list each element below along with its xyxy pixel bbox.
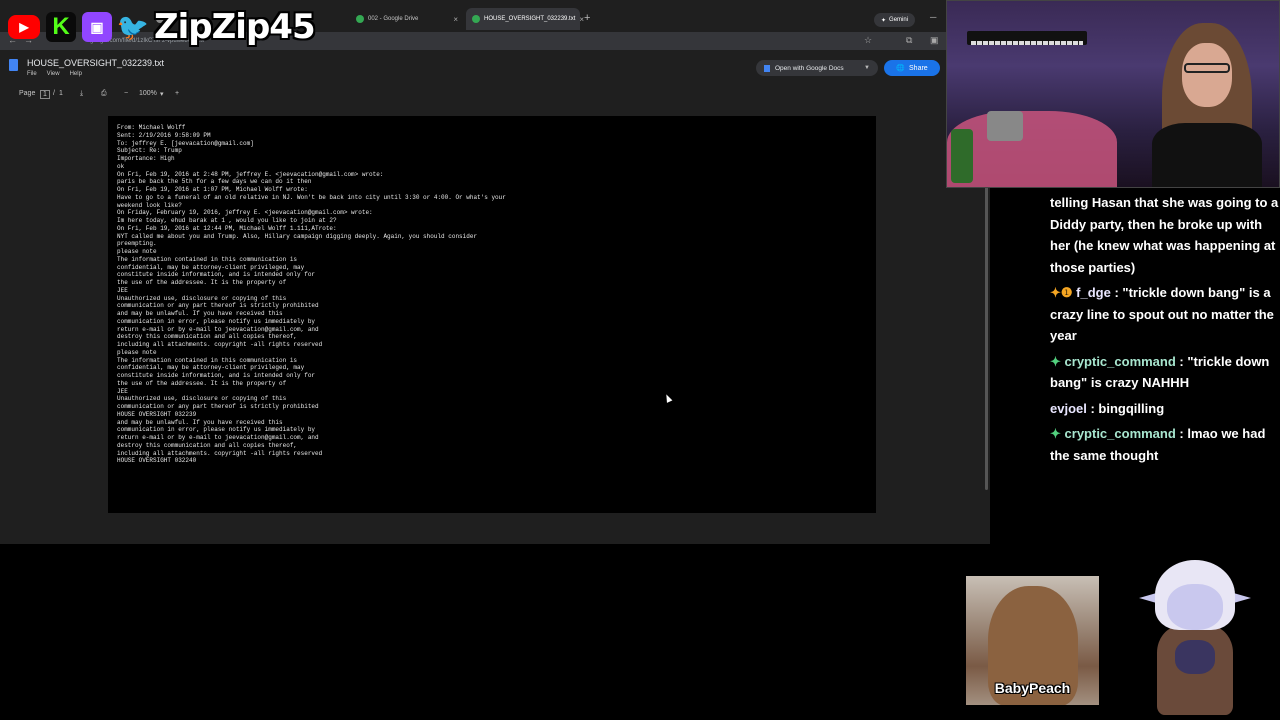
twitter-icon: 🐦	[116, 11, 150, 42]
piano	[967, 31, 1087, 45]
streamer-handle: ZipZip45	[154, 7, 316, 47]
text-file-icon	[9, 59, 18, 71]
page-number-input[interactable]: 1	[40, 90, 50, 99]
zoom-out-button[interactable]: −	[124, 90, 128, 97]
sparkle-icon: ✦	[881, 17, 887, 24]
open-with-label: Open with Google Docs	[775, 64, 844, 72]
glasses	[1184, 63, 1230, 73]
webcam-feed	[946, 0, 1280, 188]
document-title: HOUSE_OVERSIGHT_032239.txt	[27, 58, 165, 68]
page-label: Page	[19, 90, 36, 97]
share-button[interactable]: 🌐 Share	[884, 60, 940, 76]
menu-file[interactable]: File	[27, 71, 37, 77]
extensions-icon[interactable]: ⧉	[906, 35, 912, 46]
avatar-cat	[1175, 640, 1215, 674]
sidepanel-icon[interactable]: ▣	[930, 35, 939, 46]
document-text: From: Michael Wolff Sent: 2/19/2016 9:58…	[117, 124, 506, 465]
subscriber-badge-icon: ✦❶	[1050, 285, 1073, 300]
new-tab-button[interactable]: +	[584, 12, 590, 24]
gemini-label: Gemini	[889, 17, 909, 23]
share-label: Share	[909, 64, 928, 72]
cat-house	[987, 111, 1023, 141]
avatar-face	[1167, 584, 1223, 630]
chat-username: cryptic_command	[1064, 353, 1176, 369]
star-icon[interactable]: ☆	[864, 35, 872, 46]
download-icon[interactable]: ⤓	[80, 90, 83, 98]
menu-bar: File View Help	[27, 71, 82, 77]
viewer-name: BabyPeach	[994, 680, 1071, 696]
zoom-level[interactable]: 100%	[139, 90, 157, 97]
chat-text: : bingqilling	[1090, 400, 1165, 416]
chat-message: telling Hasan that she was going to a Di…	[1050, 192, 1280, 278]
print-icon[interactable]: ⎙	[101, 90, 107, 98]
viewer-toolbar: Page 1 / 1 ⤓ ⎙ − 100% ▾ +	[0, 86, 990, 104]
elf-avatar	[1135, 560, 1255, 715]
chat-username: cryptic_command	[1064, 426, 1176, 441]
chat-message: evjoel : bingqilling	[1050, 398, 1280, 420]
chevron-down-icon[interactable]: ▼	[864, 65, 870, 71]
zoom-in-button[interactable]: +	[175, 90, 179, 97]
streamer	[1152, 23, 1262, 187]
drive-icon	[472, 15, 480, 23]
chat-message: ✦❶ f_dge : "trickle down bang" is a craz…	[1050, 282, 1280, 347]
globe-icon: 🌐	[896, 65, 906, 72]
chat-text: telling Hasan that she was going to a Di…	[1050, 195, 1279, 275]
tab-google-drive[interactable]: 002 - Google Drive ×	[350, 8, 464, 30]
chat-message: ✦ cryptic_command : "trickle down bang" …	[1050, 351, 1280, 394]
tab-label: HOUSE_OVERSIGHT_032239.txt	[484, 16, 576, 22]
sparkle-badge-icon: ✦	[1050, 353, 1061, 369]
gemini-button[interactable]: ✦ Gemini	[874, 13, 916, 27]
open-with-docs-button[interactable]: Open with Google Docs ▼	[756, 60, 878, 76]
menu-view[interactable]: View	[47, 71, 60, 77]
document-area[interactable]: From: Michael Wolff Sent: 2/19/2016 9:58…	[0, 105, 990, 544]
page-total: 1	[59, 90, 63, 97]
kick-icon: K	[46, 12, 76, 42]
chat-message: ✦ cryptic_command : lmao we had the same…	[1050, 423, 1280, 466]
minimize-icon[interactable]: ─	[930, 12, 936, 22]
chevron-down-icon[interactable]: ▾	[160, 90, 164, 98]
youtube-icon: ▶	[8, 15, 40, 39]
google-docs-icon	[764, 64, 770, 72]
browser-window: Lama 002 - Google Drive × HOUSE_OVERSIGH…	[0, 0, 990, 544]
page-separator: /	[53, 90, 55, 97]
twitch-icon: ▣	[82, 12, 112, 42]
tab-label: 002 - Google Drive	[368, 16, 419, 22]
close-icon[interactable]: ×	[453, 15, 458, 24]
chat-username: evjoel	[1050, 400, 1087, 416]
drive-icon	[356, 15, 364, 23]
chat-overlay: telling Hasan that she was going to a Di…	[1050, 192, 1280, 470]
document-page: From: Michael Wolff Sent: 2/19/2016 9:58…	[108, 116, 876, 513]
sparkle-badge-icon: ✦	[1050, 426, 1061, 441]
tab-house-oversight[interactable]: HOUSE_OVERSIGHT_032239.txt ×	[466, 8, 584, 30]
social-logos: ▶ K ▣ 🐦 ZipZip45	[8, 7, 316, 47]
water-bottle	[951, 129, 973, 183]
streamer-face	[1182, 43, 1232, 107]
viewer-card: BabyPeach	[966, 576, 1099, 705]
streamer-shirt	[1152, 123, 1262, 187]
piano-keys	[971, 41, 1083, 45]
menu-help[interactable]: Help	[70, 71, 82, 77]
chat-username: f_dge	[1076, 285, 1111, 300]
